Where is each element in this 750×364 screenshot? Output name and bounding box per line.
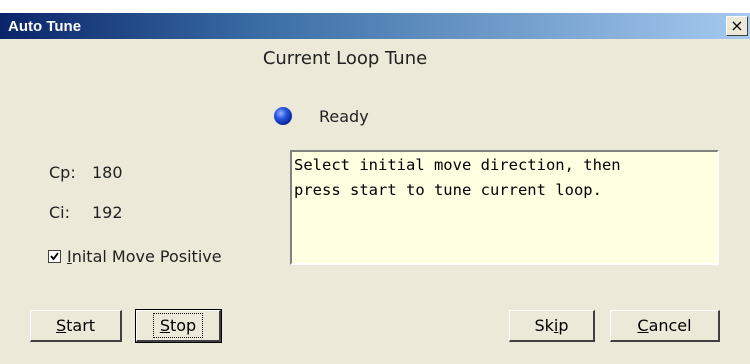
checkmark-icon (50, 252, 59, 261)
start-button-label: Start (55, 316, 96, 335)
status-indicator-icon (274, 107, 292, 125)
page-title: Current Loop Tune (262, 48, 428, 69)
cancel-button[interactable]: Cancel (610, 310, 720, 342)
auto-tune-dialog: Auto Tune × Current Loop Tune Ready Cp: … (0, 13, 750, 364)
start-button[interactable]: Start (30, 310, 122, 342)
stop-button[interactable]: Stop (135, 309, 222, 343)
message-box: Select initial move direction, then pres… (290, 150, 719, 265)
initial-move-positive-checkbox[interactable]: Inital Move Positive (48, 247, 222, 266)
skip-button-label: Skip (534, 316, 569, 335)
status-label: Ready (319, 107, 369, 126)
skip-button[interactable]: Skip (509, 310, 595, 342)
close-button[interactable]: × (726, 16, 748, 36)
cp-label: Cp: (49, 163, 76, 182)
title-bar[interactable]: Auto Tune × (0, 13, 750, 39)
checkbox-box[interactable] (48, 250, 61, 263)
ci-label: Ci: (49, 203, 71, 222)
checkbox-label: Inital Move Positive (67, 247, 222, 266)
ci-value: 192 (92, 203, 123, 222)
window-title: Auto Tune (8, 17, 82, 35)
close-icon: × (730, 16, 744, 35)
cancel-button-label: Cancel (637, 316, 692, 335)
stop-button-label: Stop (152, 313, 204, 338)
cp-value: 180 (92, 163, 123, 182)
